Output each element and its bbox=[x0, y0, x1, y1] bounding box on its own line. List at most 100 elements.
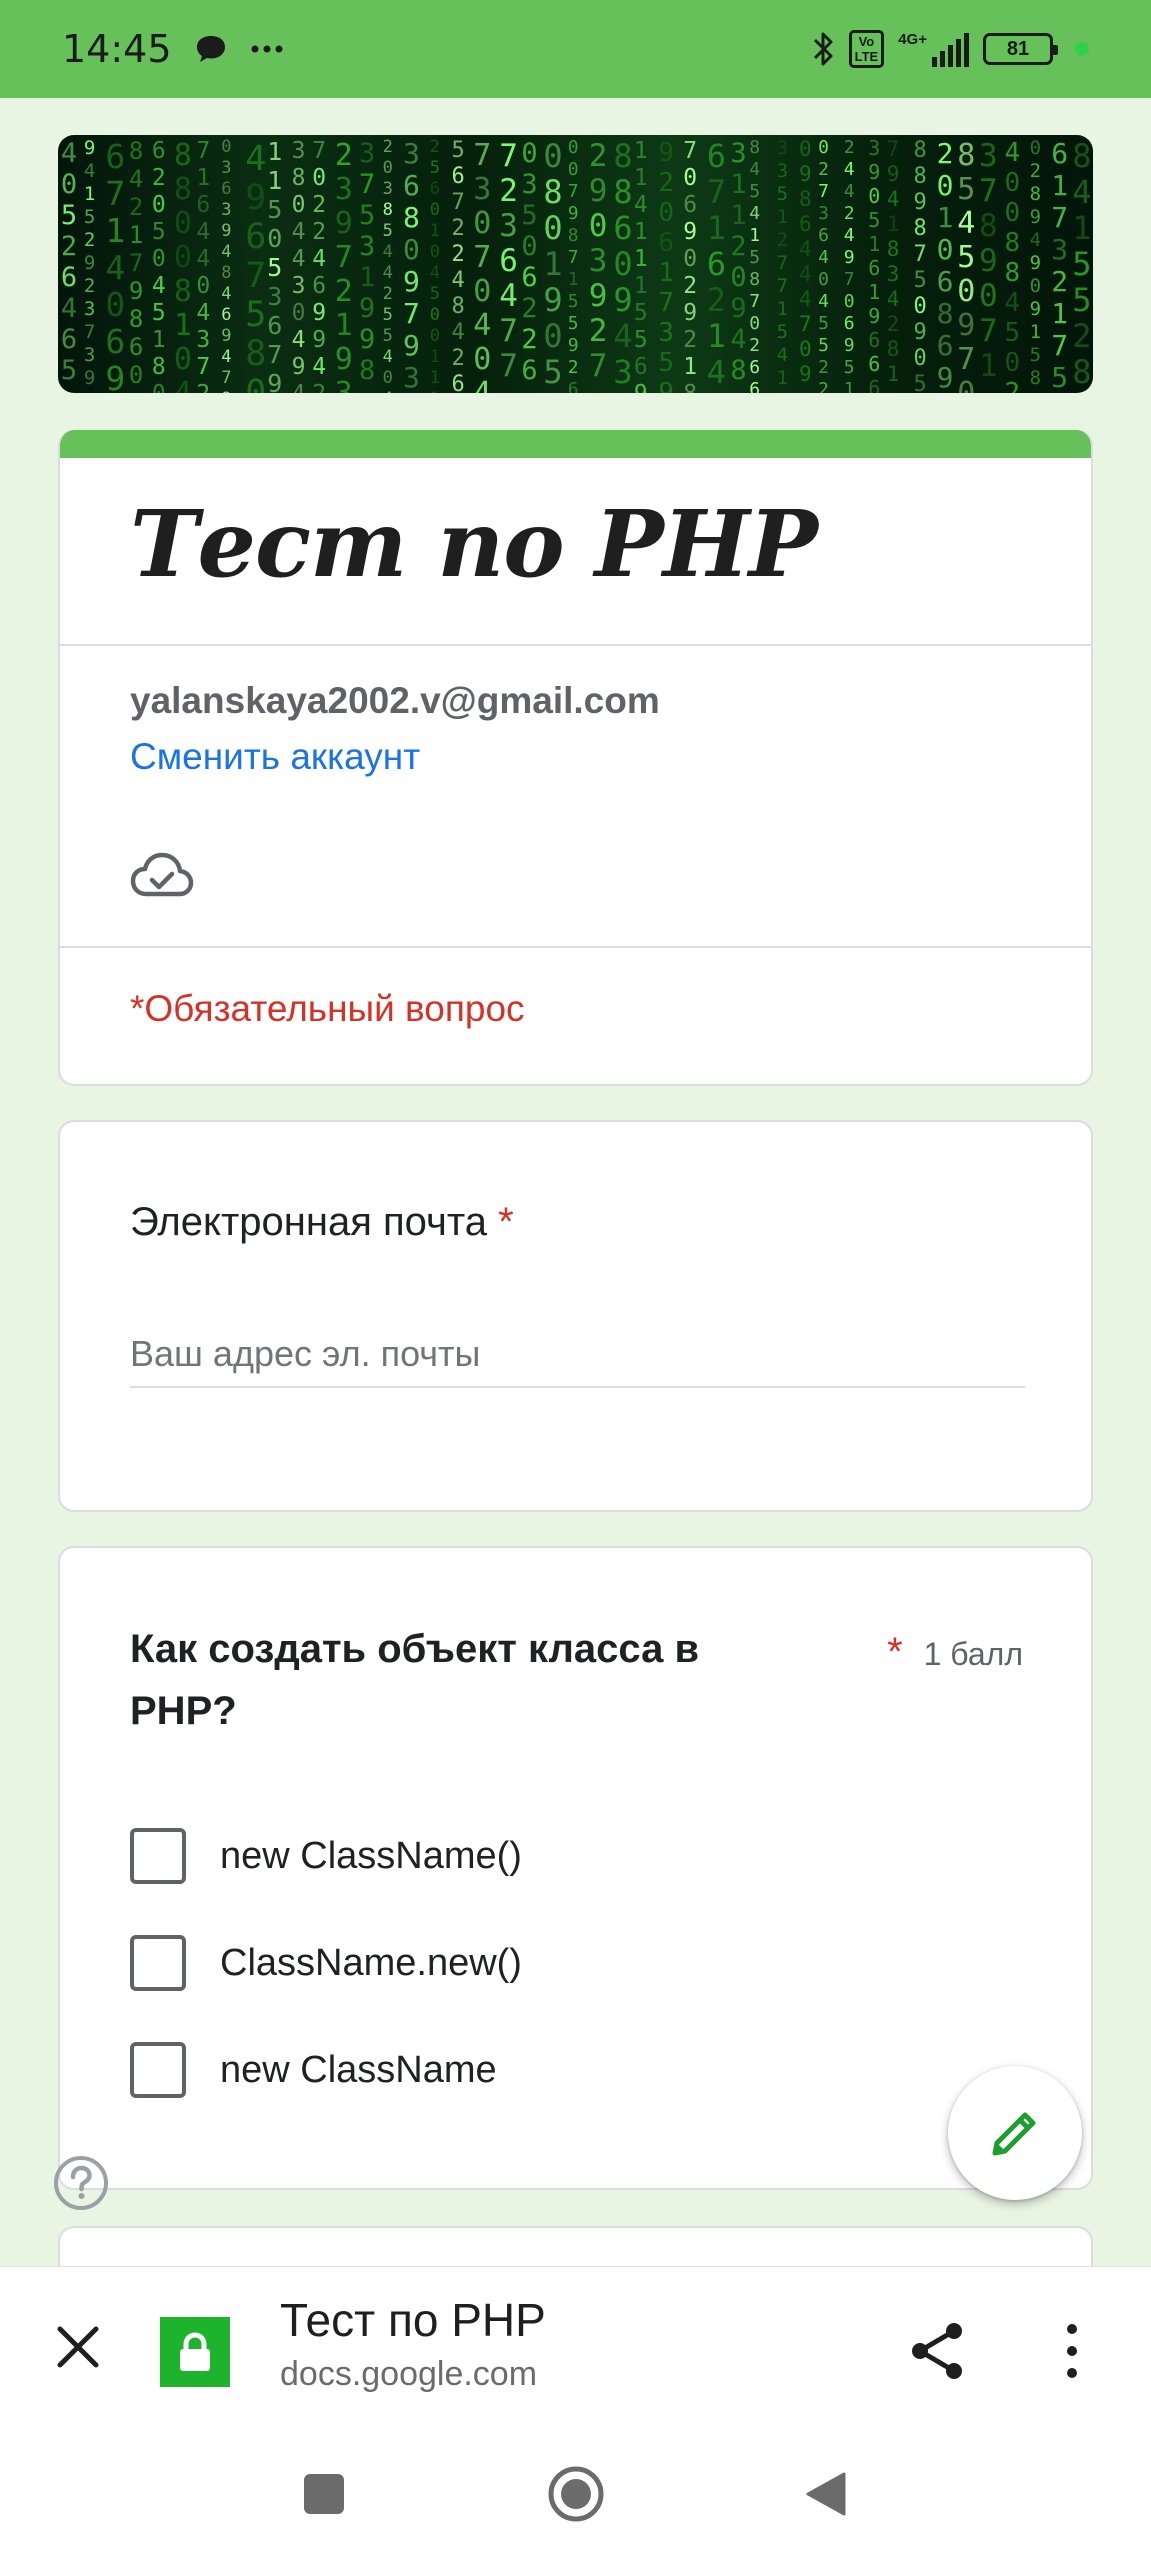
question-title: Как создать объект класса в PHP? bbox=[130, 1627, 700, 1733]
status-time: 14:45 bbox=[62, 27, 172, 71]
svg-text:2: 2 bbox=[452, 216, 465, 241]
home-button-icon[interactable] bbox=[546, 2464, 606, 2524]
svg-text:3: 3 bbox=[613, 353, 632, 391]
svg-text:9: 9 bbox=[730, 293, 746, 324]
svg-text:1: 1 bbox=[683, 354, 697, 380]
more-dots-icon bbox=[251, 45, 283, 53]
more-vert-icon[interactable] bbox=[1060, 2319, 1084, 2383]
svg-text:9: 9 bbox=[568, 335, 579, 356]
switch-account-link[interactable]: Сменить аккаунт bbox=[130, 736, 420, 778]
svg-text:0: 0 bbox=[521, 138, 537, 169]
svg-text:8: 8 bbox=[152, 354, 166, 380]
svg-text:5: 5 bbox=[634, 327, 648, 353]
svg-text:8: 8 bbox=[452, 294, 465, 319]
svg-text:5: 5 bbox=[267, 253, 282, 282]
svg-text:5: 5 bbox=[914, 372, 927, 393]
battery-icon: 81 bbox=[983, 33, 1058, 65]
svg-text:7: 7 bbox=[84, 321, 95, 343]
svg-text:6: 6 bbox=[61, 324, 77, 355]
form-title: Тест по PHP bbox=[130, 490, 818, 598]
svg-text:2: 2 bbox=[1030, 160, 1041, 182]
svg-text:2: 2 bbox=[1072, 317, 1091, 355]
svg-text:0: 0 bbox=[196, 273, 210, 299]
svg-text:5: 5 bbox=[634, 300, 648, 326]
svg-text:0: 0 bbox=[129, 361, 143, 389]
svg-text:4: 4 bbox=[292, 381, 306, 393]
svg-text:0: 0 bbox=[152, 246, 166, 272]
checkbox[interactable] bbox=[130, 2042, 186, 2098]
recents-button-icon[interactable] bbox=[302, 2472, 346, 2516]
svg-text:5: 5 bbox=[568, 313, 579, 334]
svg-text:7: 7 bbox=[683, 138, 697, 164]
svg-text:0: 0 bbox=[1005, 168, 1021, 198]
svg-text:6: 6 bbox=[196, 192, 210, 218]
svg-text:4: 4 bbox=[84, 160, 95, 182]
svg-text:4: 4 bbox=[129, 165, 143, 193]
svg-text:8: 8 bbox=[749, 269, 760, 290]
svg-text:7: 7 bbox=[818, 181, 829, 202]
close-icon[interactable] bbox=[52, 2321, 104, 2373]
svg-text:6: 6 bbox=[868, 328, 880, 352]
svg-text:6: 6 bbox=[452, 164, 465, 189]
svg-text:4: 4 bbox=[749, 159, 760, 180]
checkbox[interactable] bbox=[130, 1828, 186, 1884]
svg-text:1: 1 bbox=[1051, 297, 1068, 330]
edit-fab-button[interactable] bbox=[948, 2066, 1082, 2200]
svg-text:0: 0 bbox=[568, 159, 579, 180]
svg-text:0: 0 bbox=[979, 278, 998, 314]
svg-text:4: 4 bbox=[312, 354, 326, 380]
svg-text:5: 5 bbox=[61, 200, 77, 231]
svg-text:4: 4 bbox=[844, 225, 855, 246]
svg-text:1: 1 bbox=[887, 212, 900, 236]
svg-text:6: 6 bbox=[245, 217, 266, 257]
svg-text:7: 7 bbox=[658, 288, 674, 318]
svg-text:5: 5 bbox=[1072, 281, 1091, 319]
svg-text:9: 9 bbox=[543, 281, 562, 319]
svg-text:5: 5 bbox=[152, 300, 166, 326]
svg-text:1: 1 bbox=[430, 221, 440, 241]
status-bar: 14:45 Vo LTE 4G+ 81 bbox=[0, 0, 1151, 98]
svg-text:4: 4 bbox=[152, 273, 166, 299]
help-icon[interactable] bbox=[52, 2154, 110, 2212]
svg-text:4: 4 bbox=[818, 291, 829, 312]
share-icon[interactable] bbox=[906, 2319, 970, 2383]
svg-text:1: 1 bbox=[777, 298, 788, 320]
svg-text:7: 7 bbox=[473, 138, 491, 173]
svg-text:6: 6 bbox=[129, 333, 143, 361]
back-button-icon[interactable] bbox=[804, 2470, 848, 2518]
svg-text:3: 3 bbox=[84, 344, 95, 366]
svg-text:4: 4 bbox=[844, 181, 855, 202]
svg-text:1: 1 bbox=[730, 200, 746, 231]
svg-text:1: 1 bbox=[543, 245, 562, 283]
checkbox[interactable] bbox=[130, 1935, 186, 1991]
svg-text:1: 1 bbox=[430, 389, 440, 393]
svg-text:4: 4 bbox=[818, 247, 829, 268]
svg-text:4: 4 bbox=[473, 308, 491, 343]
svg-text:0: 0 bbox=[818, 269, 829, 290]
svg-text:4: 4 bbox=[245, 139, 266, 179]
svg-text:7: 7 bbox=[749, 291, 760, 312]
svg-text:1: 1 bbox=[1051, 169, 1068, 202]
svg-text:2: 2 bbox=[84, 275, 95, 297]
secure-lock-badge[interactable] bbox=[160, 2317, 230, 2387]
email-input[interactable] bbox=[130, 1322, 1025, 1388]
svg-text:0: 0 bbox=[245, 373, 266, 393]
svg-text:5: 5 bbox=[818, 313, 829, 334]
svg-text:4: 4 bbox=[749, 203, 760, 224]
checkbox-option[interactable]: ClassName.new() bbox=[130, 1933, 522, 1993]
svg-text:4: 4 bbox=[383, 389, 393, 393]
svg-text:7: 7 bbox=[499, 313, 518, 349]
checkbox-option[interactable]: new ClassName() bbox=[130, 1826, 522, 1886]
svg-text:5: 5 bbox=[777, 321, 788, 343]
svg-text:3: 3 bbox=[868, 136, 880, 160]
svg-text:2: 2 bbox=[844, 203, 855, 224]
svg-text:1: 1 bbox=[430, 347, 440, 367]
svg-text:2: 2 bbox=[818, 357, 829, 378]
svg-text:3: 3 bbox=[403, 361, 420, 393]
svg-text:9: 9 bbox=[335, 342, 353, 377]
svg-text:4: 4 bbox=[61, 138, 77, 169]
svg-text:4: 4 bbox=[196, 246, 210, 272]
checkbox-option[interactable]: new ClassName bbox=[130, 2040, 497, 2100]
svg-text:2: 2 bbox=[683, 273, 697, 299]
svg-text:8: 8 bbox=[403, 201, 420, 234]
